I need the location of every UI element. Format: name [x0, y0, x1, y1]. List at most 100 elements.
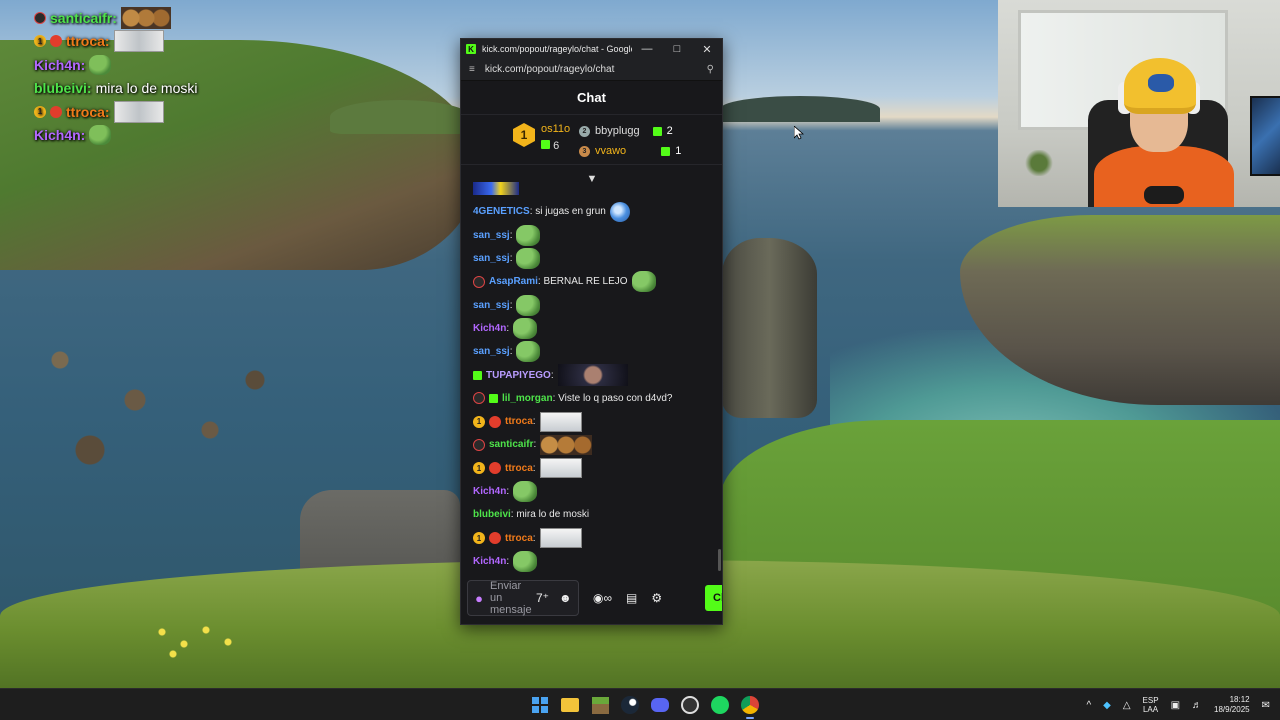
chat-message[interactable]: Kich4n: — [473, 480, 714, 503]
chat-input-placeholder[interactable]: Enviar un mensaje — [490, 580, 532, 616]
chat-username[interactable]: AsapRami — [489, 276, 538, 287]
file-explorer-button[interactable] — [558, 693, 582, 717]
chat-message-text: : — [509, 346, 513, 358]
overlay-username: blubeivi: — [34, 80, 92, 97]
volume-icon[interactable]: ♬ — [1192, 700, 1202, 711]
chat-emote-pepe[interactable] — [513, 550, 538, 572]
chat-emote-pepe[interactable] — [516, 248, 541, 270]
spotify-button[interactable] — [708, 693, 732, 717]
chat-message[interactable]: san_ssj: — [473, 247, 714, 270]
tray-app-icon[interactable]: ◆ — [1103, 700, 1111, 711]
chat-message[interactable]: 1 ttroca: — [473, 526, 714, 549]
chat-emote-dark[interactable] — [557, 364, 628, 387]
chat-emote-globe[interactable] — [609, 201, 630, 222]
chat-username[interactable]: san_ssj — [473, 346, 510, 357]
zoom-icon[interactable]: ⚲ — [707, 64, 714, 75]
chat-scrollbar[interactable] — [718, 549, 721, 571]
chat-emote-pepe[interactable] — [516, 341, 541, 363]
chat-emote-wide[interactable] — [539, 458, 582, 479]
chat-username[interactable]: Kich4n — [473, 323, 506, 334]
chat-username[interactable]: lil_morgan — [502, 393, 553, 404]
overlay-username: ttroca: — [66, 103, 110, 120]
store-icon[interactable]: ▤ — [626, 591, 637, 605]
chat-username[interactable]: Kich4n — [473, 486, 506, 497]
emoji-icon[interactable]: ☻ — [559, 591, 572, 605]
chat-message[interactable]: blubeivi: mira lo de moski — [473, 503, 714, 526]
chat-emote-pepe[interactable] — [513, 317, 538, 339]
chat-emote-wide[interactable] — [539, 528, 582, 549]
leaderboard-second[interactable]: 2 bbyplugg 2 — [579, 125, 673, 137]
language-indicator[interactable]: ESP LAA — [1143, 696, 1159, 714]
chat-emote-pepe[interactable] — [516, 294, 541, 316]
chat-username[interactable]: san_ssj — [473, 300, 510, 311]
seven-tv-icon[interactable]: 7⁺ — [536, 591, 549, 605]
start-button[interactable] — [528, 693, 552, 717]
verified-badge-icon — [34, 11, 46, 24]
chat-message[interactable]: lil_morgan: Viste lo q paso con d4vd? — [473, 387, 714, 410]
steam-button[interactable] — [618, 693, 642, 717]
chat-message[interactable]: TUPAPIYEGO: — [473, 363, 714, 387]
close-button[interactable]: ✕ — [692, 39, 722, 59]
chrome-button[interactable] — [738, 693, 762, 719]
kick-points-icon[interactable]: ◉∞ — [593, 591, 612, 605]
chat-username[interactable]: Kich4n — [473, 556, 506, 567]
chat-username[interactable]: TUPAPIYEGO — [486, 370, 551, 381]
chat-message[interactable]: 1 ttroca: — [473, 410, 714, 433]
leaderboard-third[interactable]: 3 vvawo 1 — [579, 145, 681, 157]
window-titlebar[interactable]: K kick.com/popout/rageylo/chat - Google … — [461, 39, 722, 59]
microphone-tray-icon[interactable]: △ — [1123, 700, 1131, 711]
minecraft-button[interactable] — [588, 693, 612, 717]
chat-send-button[interactable]: Ch — [705, 585, 722, 611]
site-settings-icon[interactable]: ≡ — [469, 64, 475, 75]
chat-username[interactable]: santicaifr — [489, 439, 533, 450]
chat-emote-faces[interactable] — [540, 434, 593, 455]
chat-emote-pepe[interactable] — [513, 481, 538, 502]
microphone-icon[interactable]: ● — [474, 590, 484, 606]
mouse-cursor-icon — [794, 126, 804, 140]
taskbar-apps — [528, 693, 762, 719]
chat-emote-banner[interactable] — [473, 182, 519, 196]
minimize-button[interactable]: — — [632, 39, 662, 59]
chat-message[interactable]: Kich4n: — [473, 317, 714, 340]
chat-emote-pepe[interactable] — [631, 271, 656, 293]
discord-button[interactable] — [648, 693, 672, 717]
chat-message[interactable]: 4GENETICS: si jugas en grun — [473, 200, 714, 223]
clock[interactable]: 18:12 18/9/2025 — [1214, 695, 1250, 715]
obs-button[interactable] — [678, 693, 702, 717]
chat-emote-wide[interactable] — [539, 411, 582, 432]
maximize-button[interactable]: □ — [662, 39, 692, 59]
chat-message[interactable]: Kich4n: — [473, 550, 714, 573]
tray-overflow-chevron-icon[interactable]: ^ — [1086, 700, 1091, 711]
chat-username[interactable]: blubeivi — [473, 509, 511, 520]
chat-message-list[interactable]: 4GENETICS: si jugas en grun san_ssj: san_s… — [461, 177, 722, 573]
chat-emote-pepe[interactable] — [516, 224, 541, 246]
notifications-icon[interactable]: ✉ — [1262, 700, 1270, 711]
url-text[interactable]: kick.com/popout/rageylo/chat — [485, 64, 615, 75]
wallpaper-rock-stack — [722, 238, 817, 418]
leaderboard-second-name: bbyplugg — [595, 125, 640, 137]
settings-gear-icon[interactable]: ⚙ — [651, 591, 662, 605]
chat-popout-window[interactable]: K kick.com/popout/rageylo/chat - Google … — [460, 38, 723, 625]
webcam-plant — [1024, 150, 1054, 176]
chat-message[interactable]: san_ssj: — [473, 340, 714, 363]
chat-message[interactable]: santicaifr: — [473, 433, 714, 456]
chat-message[interactable]: 1 ttroca: — [473, 457, 714, 480]
address-bar[interactable]: ≡ kick.com/popout/rageylo/chat ⚲ — [461, 59, 722, 81]
chat-message-text: : si jugas en grun — [529, 206, 606, 218]
leaderboard-first[interactable]: 1 — [513, 123, 535, 147]
chat-message[interactable] — [473, 177, 714, 200]
chat-username[interactable]: san_ssj — [473, 230, 510, 241]
chat-username[interactable]: 4GENETICS — [473, 206, 530, 217]
chat-username[interactable]: ttroca — [505, 463, 533, 474]
chat-message[interactable]: AsapRami: BERNAL RE LEJO — [473, 270, 714, 293]
chat-username[interactable]: ttroca — [505, 533, 533, 544]
network-icon[interactable]: ▣ — [1171, 700, 1180, 711]
og-badge-icon — [50, 35, 62, 48]
leaderboard-first-name[interactable]: os11o — [541, 123, 570, 135]
chat-username[interactable]: san_ssj — [473, 253, 510, 264]
chat-username[interactable]: ttroca — [505, 416, 533, 427]
chat-message[interactable]: san_ssj: — [473, 224, 714, 247]
overlay-username: Kich4n: — [34, 127, 86, 144]
chat-message[interactable]: san_ssj: — [473, 293, 714, 316]
chat-input[interactable]: ● Enviar un mensaje 7⁺ ☻ — [467, 580, 579, 616]
